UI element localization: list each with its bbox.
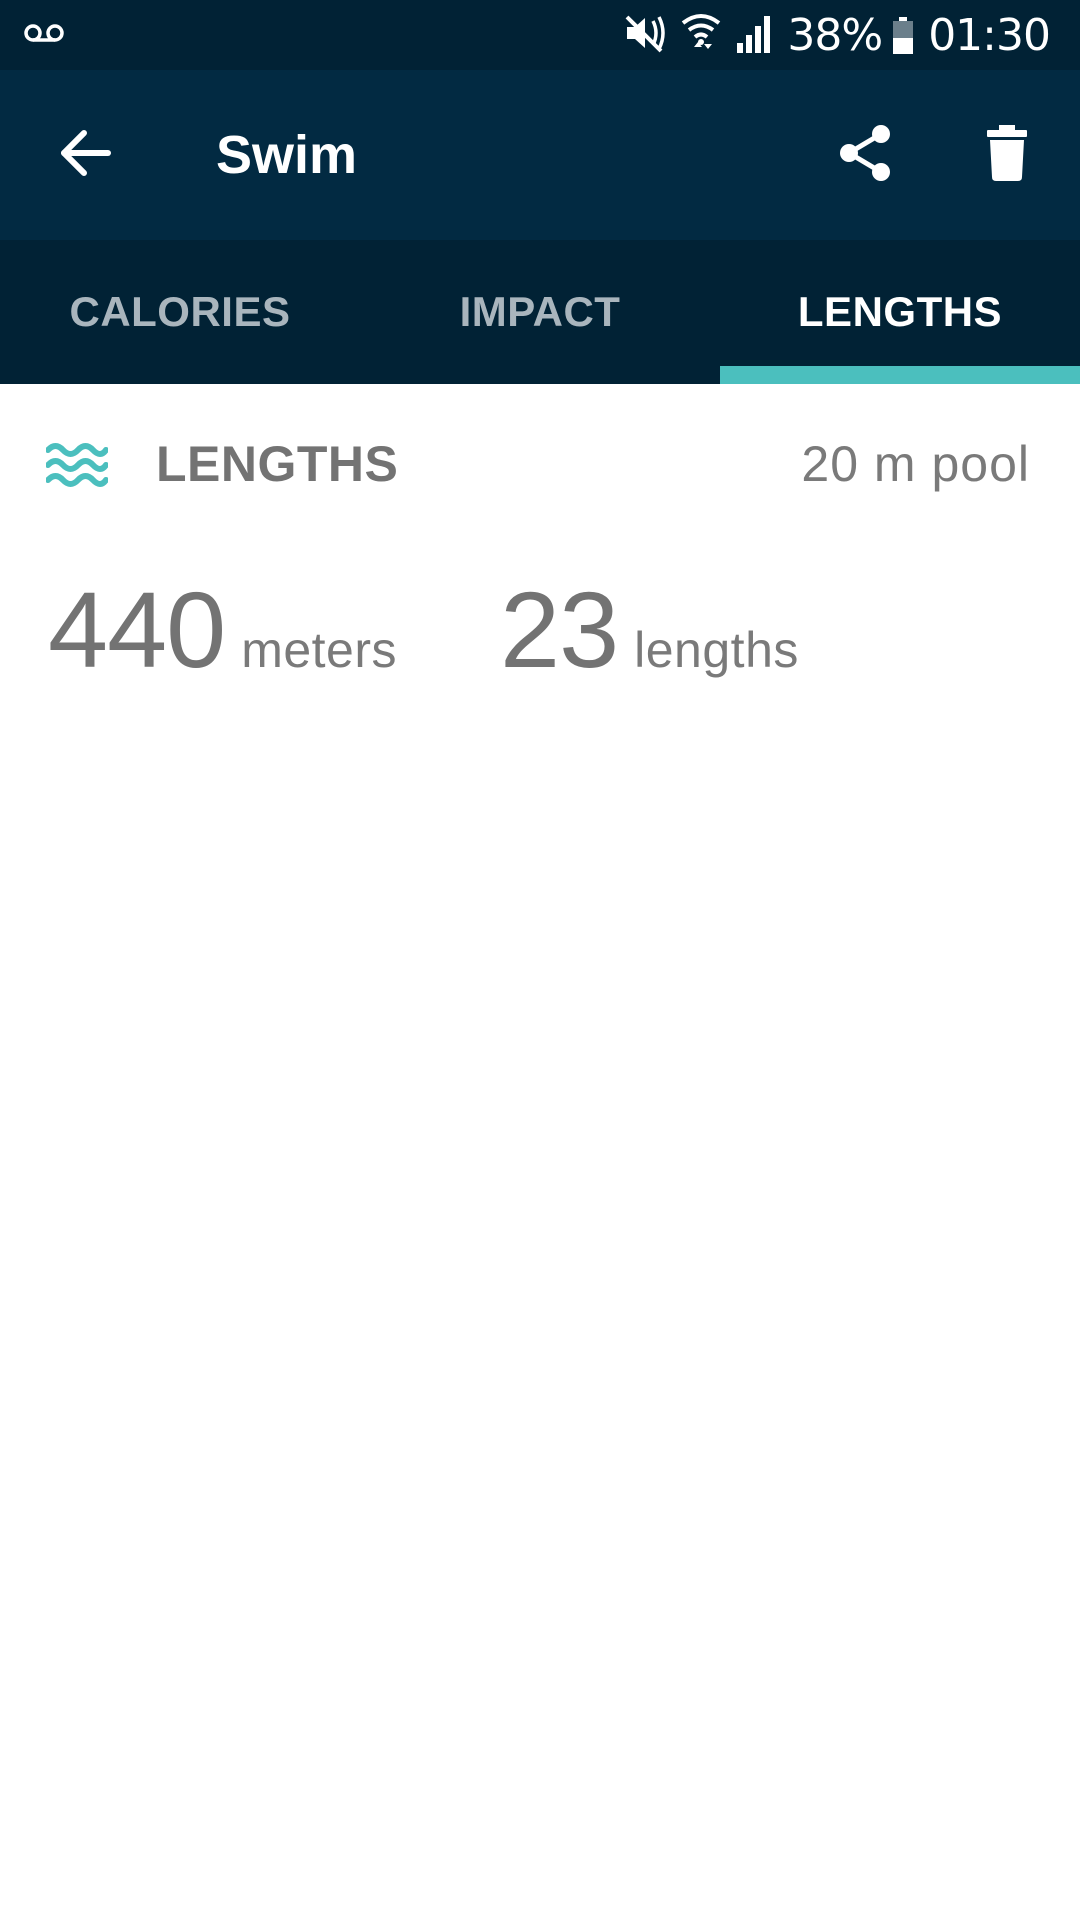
share-icon <box>837 123 893 188</box>
app-bar: Swim <box>0 70 1080 240</box>
distance-unit: meters <box>241 622 398 678</box>
tab-label: CALORIES <box>69 288 291 335</box>
battery-percent: 38% <box>787 9 883 61</box>
screen: 38% 01:30 Swim CALORIES IMPACT LENGTHS L… <box>0 0 1080 1920</box>
wifi-icon <box>681 11 721 60</box>
tab-calories[interactable]: CALORIES <box>0 240 360 384</box>
clock: 01:30 <box>928 9 1051 61</box>
vibrate-mute-icon <box>623 11 667 60</box>
stats-row: 440 meters 23 lengths <box>0 570 1080 690</box>
voicemail-icon <box>24 22 64 49</box>
tab-bar: CALORIES IMPACT LENGTHS <box>0 240 1080 384</box>
lengths-header: LENGTHS 20 m pool <box>0 384 1080 544</box>
distance-stat: 440 meters <box>48 570 397 690</box>
back-button[interactable] <box>50 120 120 190</box>
share-button[interactable] <box>830 120 900 190</box>
active-tab-indicator <box>720 366 1080 384</box>
delete-button[interactable] <box>972 120 1042 190</box>
signal-icon <box>735 13 773 58</box>
trash-icon <box>985 124 1029 186</box>
section-title: LENGTHS <box>156 436 399 492</box>
lengths-stat: 23 lengths <box>500 570 799 690</box>
pool-size: 20 m pool <box>801 436 1030 492</box>
status-bar: 38% 01:30 <box>0 0 1080 70</box>
battery-icon <box>892 17 914 54</box>
page-title: Swim <box>216 125 358 185</box>
tab-label: LENGTHS <box>797 288 1003 335</box>
lengths-unit: lengths <box>634 622 799 678</box>
tab-lengths[interactable]: LENGTHS <box>720 240 1080 384</box>
tab-label: IMPACT <box>459 288 621 335</box>
distance-value: 440 <box>48 569 226 690</box>
arrow-left-icon <box>58 128 112 183</box>
lengths-value: 23 <box>500 569 619 690</box>
tab-impact[interactable]: IMPACT <box>360 240 720 384</box>
waves-icon <box>45 440 109 490</box>
